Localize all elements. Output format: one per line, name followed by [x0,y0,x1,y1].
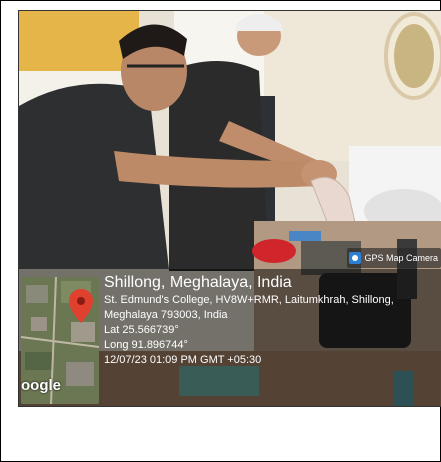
address-line-2: Meghalaya 793003, India [104,309,228,321]
photo: GPS Map Camera oogle Shillong, Meghalaya… [18,10,441,407]
address-line-1: St. Edmund's College, HV8W+RMR, Laitumkh… [104,294,394,306]
gps-map-camera-badge: GPS Map Camera [347,248,441,268]
map-thumbnail: oogle [21,277,99,404]
map-pin-icon [69,289,93,323]
location-info: Shillong, Meghalaya, India St. Edmund's … [104,273,440,368]
latitude: Lat 25.566739° [104,324,179,336]
camera-icon [349,252,362,264]
timestamp: 12/07/23 01:09 PM GMT +05:30 [104,354,262,366]
google-logo: oogle [21,377,61,394]
gps-map-camera-label: GPS Map Camera [364,253,438,263]
longitude: Long 91.896744° [104,339,188,351]
location-city: Shillong, Meghalaya, India [104,274,292,291]
